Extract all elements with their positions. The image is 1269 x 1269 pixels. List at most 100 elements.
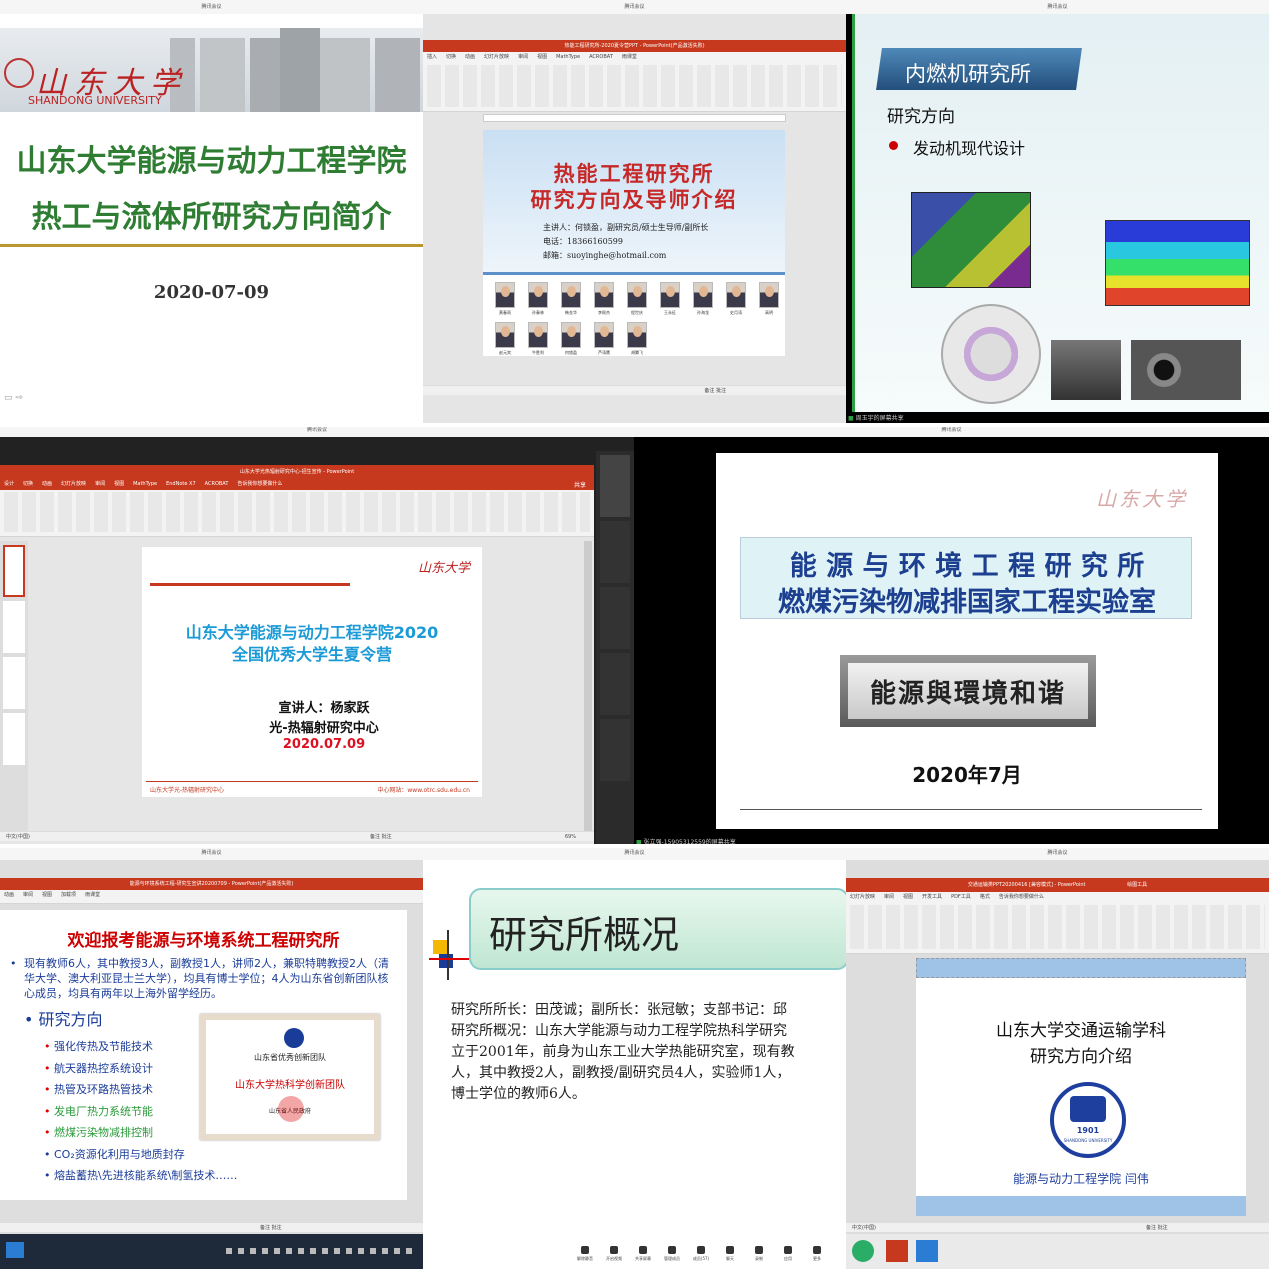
- ribbon-tab[interactable]: 审阅: [884, 894, 894, 900]
- slide-title-2: 研究方向介绍: [1030, 1047, 1132, 1067]
- slide: 欢迎报考能源与环境系统工程研究所 • 现有教师6人，其中教授3人，副教授1人，讲…: [0, 910, 407, 1200]
- slide-title-1: 山东大学交通运输学科: [996, 1021, 1166, 1041]
- video-tile-2[interactable]: 腾讯会议 热能工程研究所-2020夏令营PPT - PowerPoint(产品激…: [423, 0, 846, 423]
- meeting-icon[interactable]: [916, 1240, 938, 1262]
- faculty-name: 胡腾飞: [631, 350, 643, 355]
- faculty-name: 黄春雨: [499, 310, 511, 315]
- toolbar-button[interactable]: 应用: [776, 1246, 800, 1269]
- slide: 山东大学交通运输学科 研究方向介绍 1901 SHANDONG UNIVERSI…: [916, 958, 1246, 1216]
- ribbon-tab[interactable]: 幻灯片放映: [61, 481, 86, 487]
- vertical-scrollbar[interactable]: [584, 541, 592, 831]
- faculty-name: 孙秦林: [532, 310, 544, 315]
- zoom-level[interactable]: 69%: [565, 832, 576, 842]
- video-tile-5[interactable]: 腾讯会议 山东大学 能 源 与 环 境 工 程 研 究 所 燃煤污染物减排国家工…: [634, 423, 1269, 846]
- ribbon-tab[interactable]: 切换: [23, 481, 33, 487]
- video-tile-9[interactable]: 腾讯会议 交通运输类PPT20200416 [兼容模式] - PowerPoin…: [846, 846, 1269, 1269]
- ribbon-tab[interactable]: PDF工具: [951, 894, 971, 900]
- faculty-name: 何锁盈: [565, 350, 577, 355]
- share-icon: ■: [848, 415, 854, 422]
- slide-date: 2020.07.09: [282, 737, 366, 752]
- ribbon-tabs[interactable]: 动画 审阅 视图 加载项 雨课堂: [0, 890, 423, 901]
- ribbon-tabs[interactable]: 幻灯片放映 审阅 视图 开发工具 PDF工具 格式 告诉我你想要做什么: [846, 892, 1269, 903]
- faculty-name: 芦涛鹰: [598, 350, 610, 355]
- powerpoint-icon[interactable]: [886, 1240, 908, 1262]
- ribbon-tab[interactable]: 开发工具: [922, 894, 942, 900]
- ribbon-tools[interactable]: [427, 65, 842, 107]
- ribbon-tab[interactable]: 动画: [4, 892, 14, 898]
- slide: 山东大学 山东大学能源与动力工程学院2020 全国优秀大学生夏令营 宣讲人：杨家…: [142, 547, 482, 797]
- ribbon-tab[interactable]: 插入: [427, 54, 437, 60]
- slide-title-1: 山东大学能源与动力工程学院: [16, 144, 407, 179]
- faculty-name: 孙海龙: [697, 310, 709, 315]
- toolbar-button[interactable]: 管理成员: [660, 1246, 684, 1269]
- toolbar-button[interactable]: 聊天: [718, 1246, 742, 1269]
- faculty-name: 牛胜利: [532, 350, 544, 355]
- ribbon-tab[interactable]: 动画: [465, 54, 475, 60]
- video-tile-8[interactable]: 腾讯会议 研究所概况 研究所所长：田茂诚；副所长：张冠敏；支部书记：邱 研究所概…: [423, 846, 846, 1269]
- toolbar-icon: [639, 1246, 647, 1254]
- ribbon-tab[interactable]: 视图: [903, 894, 913, 900]
- toolbar-button[interactable]: 成员(57): [689, 1246, 713, 1269]
- taskbar-app-icon[interactable]: [6, 1242, 24, 1258]
- faculty-name: 李佩杰: [598, 310, 610, 315]
- faculty-name: 韩金华: [565, 310, 577, 315]
- ribbon-tab[interactable]: 加载项: [61, 892, 76, 898]
- ribbon-tab[interactable]: 幻灯片放映: [484, 54, 509, 60]
- ribbon-tab[interactable]: ACROBAT: [589, 54, 613, 60]
- toolbar-button[interactable]: 更多: [805, 1246, 829, 1269]
- ribbon-tab[interactable]: 视图: [537, 54, 547, 60]
- tile-window-title: 腾讯会议: [846, 846, 1269, 860]
- toolbar-button[interactable]: 录制: [747, 1246, 771, 1269]
- video-tile-3[interactable]: 腾讯会议 内燃机研究所 研究方向 发动机现代设计 ■ 周玉宇的屏幕共享: [846, 0, 1269, 423]
- windows-taskbar: [846, 1234, 1269, 1269]
- ribbon-tab[interactable]: 视图: [114, 481, 124, 487]
- ribbon-tab[interactable]: 告诉我你想要做什么: [999, 894, 1044, 900]
- ribbon-tab[interactable]: 审阅: [518, 54, 528, 60]
- toolbar-icon: [784, 1246, 792, 1254]
- ribbon: 设计 切换 动画 幻灯片放映 审阅 视图 MathType EndNote X7 ACROBAT…: [0, 479, 594, 537]
- ribbon-tab[interactable]: 雨课堂: [85, 892, 100, 898]
- faculty-name: 史月涛: [730, 310, 742, 315]
- ribbon-tools[interactable]: [4, 492, 590, 532]
- slide: 山东大学 能 源 与 环 境 工 程 研 究 所 燃煤污染物减排国家工程实验室 …: [716, 453, 1218, 829]
- status-bar: 中文(中国) 备注 批注: [846, 1222, 1269, 1232]
- toolbar-button[interactable]: 开启视频: [602, 1246, 626, 1269]
- ribbon-tab[interactable]: 格式: [980, 894, 990, 900]
- toolbar-button[interactable]: 共享屏幕: [631, 1246, 655, 1269]
- ribbon-tab[interactable]: 雨课堂: [622, 54, 637, 60]
- slide: 内燃机研究所 研究方向 发动机现代设计: [852, 14, 1269, 412]
- ribbon-tools[interactable]: [850, 905, 1265, 949]
- video-tile-1[interactable]: 腾讯会议 山东大学 SHANDONG UNIVERSITY 山东大学能源与动力工…: [0, 0, 423, 423]
- ribbon-tab[interactable]: 审阅: [95, 481, 105, 487]
- faculty-photo: [759, 282, 779, 308]
- ribbon-tab[interactable]: 动画: [42, 481, 52, 487]
- ribbon-tab[interactable]: 设计: [4, 481, 14, 487]
- cert-title: 山东省优秀创新团队: [254, 1053, 326, 1062]
- share-button[interactable]: 共享: [574, 480, 586, 489]
- certificate: 山东省优秀创新团队 山东大学热科学创新团队 山东省人民政府: [200, 1014, 380, 1140]
- video-tile-4[interactable]: 腾讯会议 山东大学光热辐射研究中心-招生宣传 - PowerPoint 设计 切换…: [0, 423, 634, 846]
- ribbon-tab[interactable]: ACROBAT: [205, 481, 229, 487]
- ribbon-tabs[interactable]: 设计 切换 动画 幻灯片放映 审阅 视图 MathType EndNote X7 ACROBAT…: [0, 479, 594, 490]
- ribbon-tab[interactable]: 视图: [42, 892, 52, 898]
- wechat-icon[interactable]: [852, 1240, 874, 1262]
- slide-nav-icon[interactable]: ▭ ⇨: [4, 393, 23, 403]
- seal-year: 1901: [1076, 1126, 1100, 1135]
- ribbon-tab[interactable]: 幻灯片放映: [850, 894, 875, 900]
- top-band[interactable]: [916, 958, 1246, 978]
- ribbon-tab[interactable]: 告诉我你想要做什么: [237, 481, 282, 487]
- video-tile-7[interactable]: 腾讯会议 能源与环境系统工程-研究生宣讲20200709 - PowerPoin…: [0, 846, 423, 1269]
- research-item: • CO₂资源化利用与地质封存: [44, 1147, 185, 1161]
- faculty-photo: [495, 322, 515, 348]
- ribbon-tabs[interactable]: 插入 切换 动画 幻灯片放映 审阅 视图 MathType ACROBAT 雨课堂: [423, 52, 846, 63]
- thumbnail-pane[interactable]: [0, 541, 28, 831]
- ribbon-tab[interactable]: MathType: [556, 54, 580, 60]
- ruler: [483, 114, 786, 122]
- ribbon-tab[interactable]: EndNote X7: [166, 481, 196, 487]
- tray-icons[interactable]: [226, 1248, 416, 1254]
- toolbar-button[interactable]: 解除静音: [573, 1246, 597, 1269]
- ribbon-tab[interactable]: 审阅: [23, 892, 33, 898]
- tile-window-title: 腾讯会议: [846, 0, 1269, 14]
- ribbon-tab[interactable]: MathType: [133, 481, 157, 487]
- ribbon-tab[interactable]: 切换: [446, 54, 456, 60]
